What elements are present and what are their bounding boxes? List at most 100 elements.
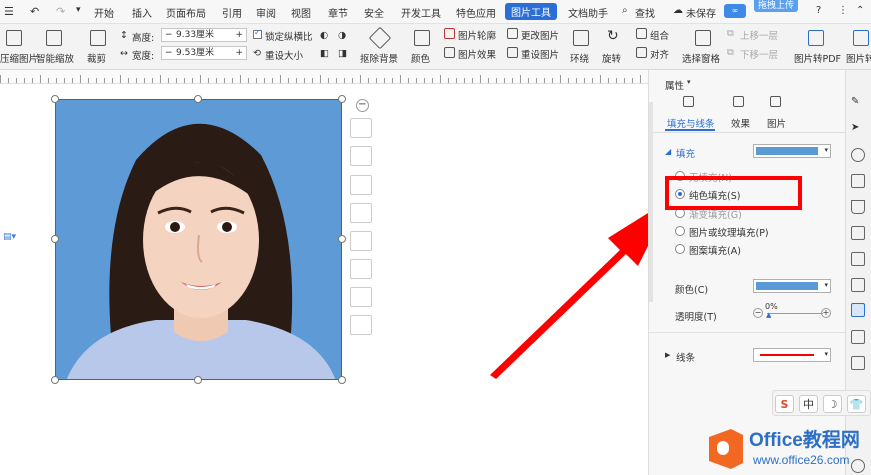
smart-scale-button[interactable]: 智能缩放 bbox=[36, 51, 74, 65]
compress-picture-icon[interactable] bbox=[6, 30, 22, 46]
width-value[interactable]: 9.53厘米 bbox=[176, 48, 214, 58]
search-icon[interactable]: ⌕ bbox=[622, 5, 628, 16]
help-icon[interactable]: ? bbox=[816, 5, 821, 16]
menu-tab-features[interactable]: 特色应用 bbox=[456, 5, 496, 20]
resize-handle-right[interactable] bbox=[338, 235, 346, 243]
resize-handle-top-right[interactable] bbox=[338, 95, 346, 103]
picture-tab-icon[interactable] bbox=[770, 96, 781, 107]
sogou-icon[interactable]: S bbox=[775, 395, 794, 413]
crop-icon[interactable] bbox=[90, 30, 106, 46]
radio-pattern-fill[interactable] bbox=[675, 244, 685, 254]
color-button[interactable]: 颜色 bbox=[411, 51, 430, 65]
tab-picture[interactable]: 图片 bbox=[767, 116, 786, 130]
remove-background-button[interactable]: 抠除背景 bbox=[360, 51, 398, 65]
picture-to-text-icon[interactable] bbox=[853, 30, 869, 46]
menu-tab-reference[interactable]: 引用 bbox=[222, 5, 242, 20]
align-button[interactable]: 对齐 bbox=[650, 47, 669, 61]
select-float-icon[interactable] bbox=[350, 231, 372, 251]
image-edit-icon[interactable] bbox=[851, 330, 865, 344]
remove-background-icon[interactable] bbox=[368, 26, 392, 50]
tab-fill-line[interactable]: 填充与线条 bbox=[667, 116, 715, 130]
height-decrease-button[interactable]: − bbox=[165, 29, 173, 41]
tab-effect[interactable]: 效果 bbox=[731, 116, 750, 130]
fill-bucket-icon[interactable] bbox=[851, 200, 865, 214]
resize-handle-left[interactable] bbox=[51, 235, 59, 243]
undo-icon[interactable]: ↶ bbox=[30, 5, 39, 18]
send-backward-button[interactable]: 下移一层 bbox=[740, 47, 778, 61]
reset-picture-button[interactable]: 重设图片 bbox=[521, 47, 559, 61]
reset-size-icon[interactable]: ⟲ bbox=[253, 48, 261, 59]
wrap-button[interactable]: 环绕 bbox=[570, 51, 589, 65]
menu-tab-layout[interactable]: 页面布局 bbox=[166, 5, 206, 20]
pen-icon[interactable]: ✎ bbox=[851, 96, 865, 110]
collapse-ribbon-icon[interactable]: ⌃ bbox=[856, 5, 864, 16]
width-field[interactable]: − 9.53厘米 + bbox=[161, 46, 247, 60]
picture-outline-button[interactable]: 图片轮廓 bbox=[458, 28, 496, 42]
cursor-icon[interactable]: ➤ bbox=[851, 122, 865, 136]
height-value[interactable]: 9.33厘米 bbox=[176, 30, 214, 40]
option-texture-fill[interactable]: 图片或纹理填充(P) bbox=[689, 225, 769, 239]
group-button[interactable]: 组合 bbox=[650, 28, 669, 42]
property-settings-icon[interactable] bbox=[851, 303, 865, 317]
change-picture-icon[interactable] bbox=[507, 28, 518, 39]
option-pattern-fill[interactable]: 图案填充(A) bbox=[689, 243, 741, 257]
picture-to-pdf-float-icon[interactable] bbox=[350, 287, 372, 307]
resize-handle-top-left[interactable] bbox=[51, 95, 59, 103]
picture-outline-icon[interactable] bbox=[444, 28, 455, 39]
lock-ratio-label[interactable]: 锁定纵横比 bbox=[265, 29, 313, 43]
menu-find[interactable]: 查找 bbox=[635, 5, 655, 20]
color-icon[interactable] bbox=[414, 30, 430, 46]
menu-tab-doc-assistant[interactable]: 文档助手 bbox=[568, 5, 608, 20]
compress-picture-button[interactable]: 压缩图片 bbox=[0, 51, 38, 65]
reset-size-button[interactable]: 重设大小 bbox=[265, 48, 303, 62]
resize-handle-bottom-right[interactable] bbox=[338, 376, 346, 384]
moon-icon[interactable]: ☽ bbox=[823, 395, 842, 413]
remove-bg-float-icon[interactable] bbox=[350, 175, 372, 195]
picture-to-text-button[interactable]: 图片转 bbox=[846, 51, 871, 65]
portrait-photo[interactable] bbox=[55, 99, 342, 380]
fill-expand-icon[interactable]: ◢ bbox=[665, 147, 671, 156]
wps-menu-icon[interactable]: ☰ bbox=[4, 5, 14, 18]
line-expand-icon[interactable]: ▶ bbox=[665, 351, 670, 359]
smart-scale-icon[interactable] bbox=[46, 30, 62, 46]
grid-icon[interactable] bbox=[851, 252, 865, 266]
fill-section-title[interactable]: 填充 bbox=[676, 146, 695, 160]
flip-v-icon[interactable]: ◨ bbox=[338, 48, 347, 59]
layout-options-icon[interactable] bbox=[350, 118, 372, 138]
redo-icon[interactable]: ↷ bbox=[56, 5, 65, 18]
quick-access-more-icon[interactable]: ▾ bbox=[76, 5, 81, 15]
transparency-slider[interactable] bbox=[767, 313, 823, 314]
picture-effect-icon[interactable] bbox=[444, 47, 455, 58]
baidu-pan-icon[interactable]: ∞ bbox=[724, 4, 746, 18]
rotate-right-icon[interactable]: ◑ bbox=[338, 30, 346, 41]
effect-tab-icon[interactable] bbox=[733, 96, 744, 107]
height-field[interactable]: − 9.33厘米 + bbox=[161, 28, 247, 42]
resize-handle-bottom-left[interactable] bbox=[51, 376, 59, 384]
panel-scrollbar[interactable] bbox=[649, 102, 653, 302]
lock-ratio-checkbox[interactable] bbox=[253, 28, 262, 39]
skin-icon[interactable]: 👕 bbox=[847, 395, 866, 413]
line-section-title[interactable]: 线条 bbox=[676, 350, 695, 364]
transparency-thumb[interactable]: ▲ bbox=[766, 311, 771, 319]
chart-icon[interactable] bbox=[851, 278, 865, 292]
ime-chinese-toggle[interactable]: 中 bbox=[799, 395, 818, 413]
radio-texture-fill[interactable] bbox=[675, 226, 685, 236]
transparency-decrease-button[interactable]: − bbox=[753, 308, 763, 318]
picture-effect-button[interactable]: 图片效果 bbox=[458, 47, 496, 61]
minimize-icon[interactable]: ⋮ bbox=[838, 5, 848, 16]
drag-upload-badge[interactable]: 拖拽上传 bbox=[754, 0, 798, 12]
wrap-text-icon[interactable] bbox=[573, 30, 589, 46]
horizontal-ruler[interactable] bbox=[0, 70, 648, 84]
picture-to-pdf-icon[interactable] bbox=[808, 30, 824, 46]
width-increase-button[interactable]: + bbox=[235, 47, 243, 59]
menu-tab-review[interactable]: 审阅 bbox=[256, 5, 276, 20]
color-dropdown[interactable]: ▾ bbox=[753, 279, 831, 293]
bring-forward-icon[interactable]: ⧉ bbox=[727, 28, 734, 39]
picture-to-pdf-button[interactable]: 图片转PDF bbox=[794, 51, 841, 65]
selection-pane-icon[interactable] bbox=[695, 30, 711, 46]
menu-tab-start[interactable]: 开始 bbox=[94, 5, 114, 20]
fill-color-dropdown[interactable]: ▾ bbox=[753, 144, 831, 158]
rotate-left-icon[interactable]: ◐ bbox=[320, 30, 328, 41]
align-icon[interactable] bbox=[636, 47, 647, 58]
bring-forward-button[interactable]: 上移一层 bbox=[740, 28, 778, 42]
